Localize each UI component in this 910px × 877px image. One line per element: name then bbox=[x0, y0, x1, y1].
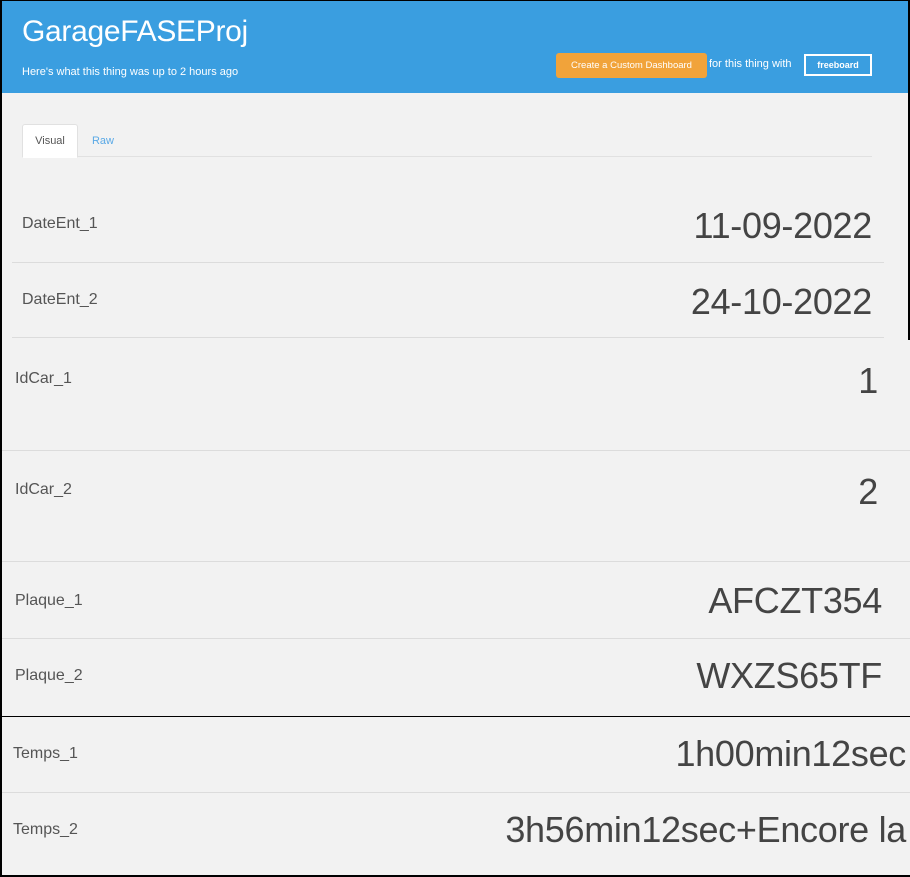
middle-panel: IdCar_1 1 IdCar_2 2 Plaque_1 AFCZT354 Pl… bbox=[2, 340, 910, 716]
row-label: Plaque_2 bbox=[15, 667, 83, 684]
page-title: GarageFASEProj bbox=[22, 15, 248, 48]
row-label: IdCar_1 bbox=[15, 370, 72, 387]
row-label: DateEnt_2 bbox=[22, 291, 98, 308]
row-value: 1h00min12sec bbox=[675, 733, 906, 774]
row-label: DateEnt_1 bbox=[22, 215, 98, 232]
row-label: Temps_1 bbox=[13, 745, 78, 762]
row-label: Temps_2 bbox=[13, 821, 78, 838]
tab-raw[interactable]: Raw bbox=[78, 124, 128, 158]
row-divider bbox=[12, 337, 884, 338]
view-tabs: Visual Raw bbox=[22, 124, 872, 158]
list-item: IdCar_1 1 bbox=[2, 340, 910, 450]
list-item: IdCar_2 2 bbox=[2, 451, 910, 561]
top-panel: GarageFASEProj Here's what this thing wa… bbox=[2, 1, 908, 340]
row-value: WXZS65TF bbox=[696, 655, 882, 696]
row-value: 1 bbox=[858, 360, 878, 401]
row-label: IdCar_2 bbox=[15, 481, 72, 498]
bottom-panel: Temps_1 1h00min12sec Temps_2 3h56min12se… bbox=[2, 717, 910, 875]
row-value: 24-10-2022 bbox=[690, 281, 872, 322]
row-value: 3h56min12sec+Encore la bbox=[505, 809, 906, 850]
header-bar: GarageFASEProj Here's what this thing wa… bbox=[2, 1, 908, 93]
row-value: 2 bbox=[858, 471, 878, 512]
list-item: Plaque_1 AFCZT354 bbox=[2, 562, 910, 638]
list-item: DateEnt_1 11-09-2022 bbox=[12, 187, 884, 262]
page-subtitle: Here's what this thing was up to 2 hours… bbox=[22, 66, 239, 78]
list-item: Temps_1 1h00min12sec bbox=[2, 717, 910, 792]
list-item: DateEnt_2 24-10-2022 bbox=[12, 263, 884, 337]
dashboard-suffix-text: for this thing with bbox=[709, 58, 792, 70]
list-item: Plaque_2 WXZS65TF bbox=[2, 639, 910, 715]
row-value: AFCZT354 bbox=[708, 580, 882, 621]
create-dashboard-button[interactable]: Create a Custom Dashboard bbox=[556, 53, 707, 78]
row-label: Plaque_1 bbox=[15, 592, 83, 609]
row-value: 11-09-2022 bbox=[693, 205, 873, 246]
list-item: Temps_2 3h56min12sec+Encore la bbox=[2, 793, 910, 875]
tab-visual[interactable]: Visual bbox=[22, 124, 78, 158]
freeboard-logo[interactable]: freeboard bbox=[804, 54, 872, 76]
